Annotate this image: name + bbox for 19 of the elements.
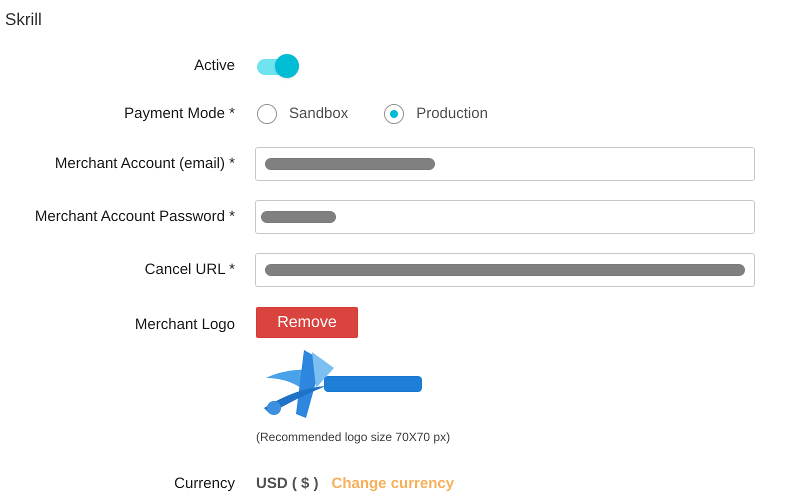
field-label: Active — [194, 57, 235, 74]
field-label: Merchant Account (email) * — [54, 155, 235, 172]
toggle-switch[interactable] — [257, 54, 299, 78]
input-field[interactable] — [255, 200, 755, 234]
field-label: Merchant Logo — [134, 316, 235, 333]
remove-button[interactable]: Remove — [256, 307, 358, 338]
radio-button[interactable] — [384, 104, 404, 124]
field-label: Merchant Account Password * — [34, 208, 235, 225]
field-label: Currency — [174, 475, 235, 492]
field-label: Cancel URL * — [144, 261, 235, 278]
input-field[interactable] — [255, 253, 755, 287]
section-title: Skrill — [5, 9, 42, 31]
logo-size-hint: (Recommended logo size 70X70 px) — [256, 429, 450, 446]
radio-button[interactable] — [257, 104, 277, 124]
radio-option[interactable]: Production — [384, 102, 488, 126]
input-field[interactable] — [255, 147, 755, 181]
field-label: Payment Mode * — [124, 105, 235, 122]
radio-option[interactable]: Sandbox — [257, 102, 348, 126]
currency-value: USD ( $ ) — [256, 474, 319, 494]
